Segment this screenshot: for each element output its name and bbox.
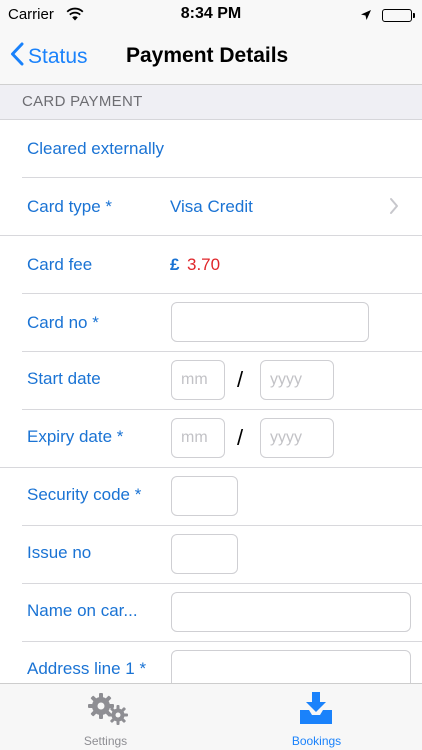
navigation-bar: Status Payment Details [0, 30, 422, 85]
card-type-value: Visa Credit [170, 197, 253, 216]
security-code-label: Security code * [27, 485, 142, 504]
payment-form: Cleared externally Card type * Visa Cred… [0, 120, 422, 683]
cleared-externally-label: Cleared externally [27, 139, 165, 158]
start-date-separator: / [237, 367, 244, 392]
status-time: 8:34 PM [180, 5, 242, 22]
address-line-1-row: Address line 1 * [0, 642, 422, 683]
chevron-right-icon [389, 197, 399, 220]
tab-settings-label: Settings [83, 734, 128, 748]
card-fee-row: Card fee £ 3.70 [0, 236, 422, 294]
card-no-label: Card no * [27, 313, 99, 332]
name-on-card-row: Name on car... [0, 584, 422, 642]
card-no-input[interactable] [171, 302, 369, 342]
security-code-input[interactable] [171, 476, 238, 516]
start-date-row: Start date / [0, 352, 422, 410]
section-header-label: CARD PAYMENT [22, 93, 143, 110]
start-date-month-input[interactable] [171, 360, 225, 400]
issue-no-row: Issue no [0, 526, 422, 584]
tab-bar: Settings Bookings [0, 683, 422, 750]
expiry-date-year-input[interactable] [260, 418, 334, 458]
address-line-1-input[interactable] [171, 650, 411, 683]
chevron-left-icon [10, 42, 24, 71]
page-title: Payment Details [126, 44, 289, 67]
start-date-year-input[interactable] [260, 360, 334, 400]
expiry-date-row: Expiry date * / [0, 410, 422, 468]
card-fee-label: Card fee [27, 255, 93, 274]
battery-icon [382, 9, 415, 22]
card-type-label: Card type * [27, 197, 113, 216]
issue-no-label: Issue no [27, 543, 92, 562]
name-on-card-input[interactable] [171, 592, 411, 632]
card-fee-currency: £ [170, 255, 180, 274]
gears-icon [87, 692, 129, 731]
card-type-row[interactable]: Card type * Visa Credit [0, 178, 422, 236]
back-button[interactable]: Status [10, 42, 88, 71]
location-arrow-icon [360, 8, 372, 26]
inbox-download-icon [296, 692, 336, 731]
expiry-date-separator: / [237, 425, 244, 450]
expiry-date-label: Expiry date * [27, 427, 124, 446]
card-no-row: Card no * [0, 294, 422, 352]
start-date-label: Start date [27, 369, 101, 388]
card-fee-amount: 3.70 [187, 255, 221, 274]
tab-bookings-label: Bookings [291, 734, 342, 748]
address-line-1-label: Address line 1 * [27, 659, 147, 678]
section-header: CARD PAYMENT [0, 85, 422, 120]
issue-no-input[interactable] [171, 534, 238, 574]
security-code-row: Security code * [0, 468, 422, 526]
status-bar: Carrier 8:34 PM [0, 0, 422, 30]
expiry-date-month-input[interactable] [171, 418, 225, 458]
tab-bookings[interactable]: Bookings [211, 684, 422, 750]
tab-settings[interactable]: Settings [0, 684, 211, 750]
back-label: Status [28, 44, 88, 68]
cleared-externally-row[interactable]: Cleared externally [0, 120, 422, 178]
name-on-card-label: Name on car... [27, 601, 138, 620]
